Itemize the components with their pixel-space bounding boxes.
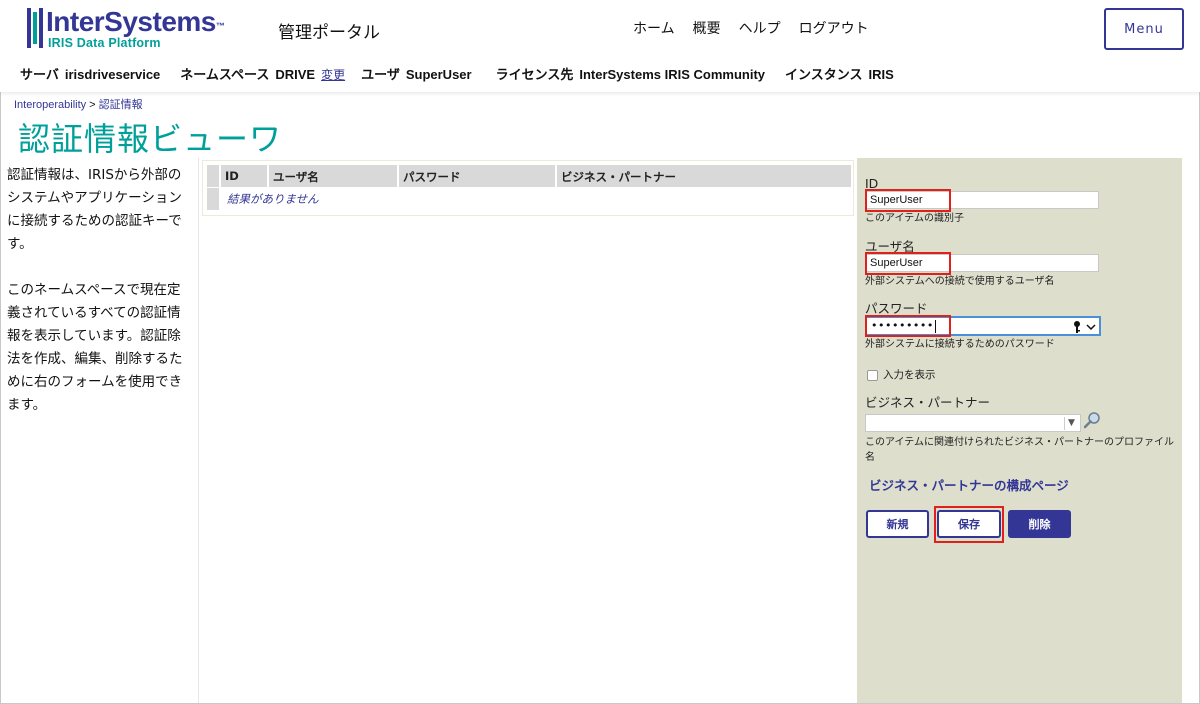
server-label: サーバ: [20, 68, 59, 83]
license-label: ライセンス先: [495, 68, 574, 83]
business-partner-config-link[interactable]: ビジネス・パートナーの構成ページ: [869, 475, 1069, 494]
table-header: ID ユーザ名 パスワード ビジネス・パートナー: [207, 165, 853, 187]
show-input-label[interactable]: 入力を表示: [883, 367, 936, 382]
page-title: 認証情報ビューワ: [18, 120, 283, 158]
select-arrow-icon[interactable]: ▼: [1064, 417, 1078, 430]
license-value: InterSystems IRIS Community: [579, 67, 765, 82]
description-paragraph: このネームスペースで現在定義されているすべての認証情報を表示しています。認証除法…: [7, 282, 183, 413]
instance-label: インスタンス: [785, 68, 863, 83]
table-row: 結果がありません: [207, 188, 319, 210]
empty-results-message: 結果がありません: [227, 192, 319, 206]
key-icon[interactable]: [1072, 320, 1082, 334]
id-field[interactable]: SuperUser: [865, 191, 1099, 209]
breadcrumb: Interoperability > 認証情報: [14, 96, 143, 112]
header: InterSystems™ IRIS Data Platform 管理ポータル …: [0, 0, 1200, 92]
results-pane: ID ユーザ名 パスワード ビジネス・パートナー 結果がありません: [200, 158, 857, 703]
username-field[interactable]: SuperUser: [865, 254, 1099, 272]
password-field-icons[interactable]: [1072, 319, 1096, 334]
logo-name: InterSystems™: [46, 6, 225, 37]
search-icon[interactable]: [1083, 411, 1101, 429]
business-partner-hint: このアイテムに関連付けられたビジネス・パートナーのプロファイル名: [865, 437, 1174, 463]
column-header-password[interactable]: パスワード: [399, 165, 555, 187]
nav-home[interactable]: ホーム: [633, 18, 675, 38]
show-input-checkbox[interactable]: [867, 370, 878, 381]
portal-title: 管理ポータル: [278, 23, 380, 43]
change-namespace-link[interactable]: 変更: [321, 68, 345, 82]
description-paragraph: 認証情報は、IRISから外部のシステムやアプリケーションに接続するための認証キー…: [7, 167, 182, 252]
logo-subtitle: IRIS Data Platform: [48, 36, 161, 50]
breadcrumb-separator: >: [89, 99, 96, 111]
username-hint: 外部システムへの接続で使用するユーザ名: [865, 276, 1055, 287]
column-header-id[interactable]: ID: [221, 165, 267, 187]
credential-form: ID SuperUser このアイテムの識別子 ユーザ名 SuperUser 外…: [857, 158, 1182, 703]
business-partner-label: ビジネス・パートナー: [865, 395, 991, 410]
top-nav: ホーム 概要 ヘルプ ログアウト: [633, 18, 869, 38]
table-row-stub: [207, 188, 219, 210]
intersystems-logo-icon: [27, 8, 43, 48]
nav-help[interactable]: ヘルプ: [739, 18, 781, 38]
username-label: ユーザ名: [865, 239, 915, 254]
description-pane: 認証情報は、IRISから外部のシステムやアプリケーションに接続するための認証キー…: [1, 158, 199, 703]
server-value: irisdriveservice: [64, 67, 161, 82]
password-value: •••••••••: [871, 319, 934, 332]
password-label: パスワード: [865, 301, 928, 316]
column-header-username[interactable]: ユーザ名: [269, 165, 397, 187]
breadcrumb-current[interactable]: 認証情報: [99, 99, 143, 111]
instance-value: IRIS: [868, 67, 894, 82]
user-label: ユーザ: [361, 68, 400, 83]
nav-logout[interactable]: ログアウト: [799, 18, 869, 38]
namespace-value: DRIVE: [275, 67, 316, 82]
table-header-stub: [207, 165, 219, 187]
namespace-label: ネームスペース: [180, 68, 270, 83]
delete-button[interactable]: 削除: [1008, 510, 1071, 538]
business-partner-select[interactable]: ▼: [865, 414, 1081, 432]
id-label: ID: [865, 176, 879, 191]
password-field[interactable]: •••••••••: [865, 316, 1101, 336]
credentials-table: ID ユーザ名 パスワード ビジネス・パートナー 結果がありません: [202, 160, 854, 216]
nav-overview[interactable]: 概要: [693, 18, 721, 38]
id-hint: このアイテムの識別子: [865, 213, 964, 224]
logo[interactable]: InterSystems™ IRIS Data Platform: [26, 6, 226, 52]
save-button[interactable]: 保存: [937, 510, 1001, 538]
chevron-down-icon[interactable]: [1086, 322, 1096, 332]
info-bar: サーバ irisdriveservice ネームスペース DRIVE 変更 ユーザ Supe…: [20, 64, 894, 83]
user-value: SuperUser: [405, 67, 472, 82]
new-button[interactable]: 新規: [866, 510, 929, 538]
breadcrumb-interoperability[interactable]: Interoperability: [14, 99, 86, 111]
column-header-business-partner[interactable]: ビジネス・パートナー: [557, 165, 851, 187]
password-hint: 外部システムに接続するためのパスワード: [865, 339, 1055, 350]
menu-button[interactable]: Menu: [1104, 8, 1184, 50]
